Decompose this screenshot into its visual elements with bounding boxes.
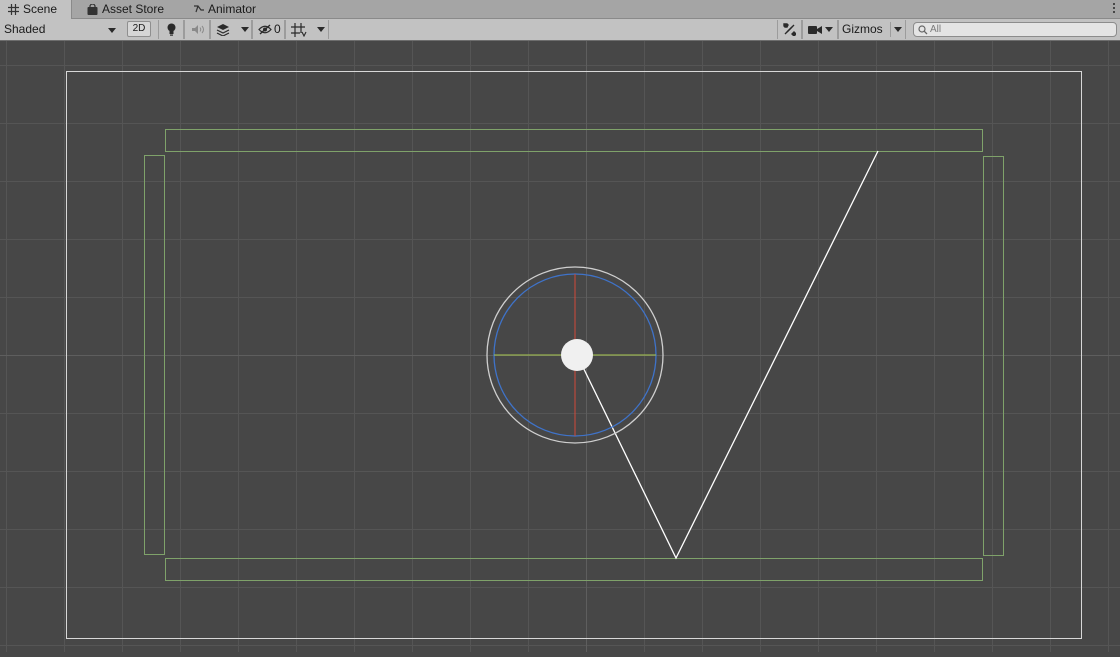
camera-icon	[808, 26, 822, 34]
chevron-down-icon	[108, 28, 116, 33]
animator-icon	[194, 5, 204, 13]
gizmos-divider	[890, 22, 891, 37]
chevron-down-icon	[825, 27, 833, 32]
hierarchy-search-box[interactable]	[913, 22, 1117, 37]
search-input[interactable]	[930, 23, 1110, 36]
chevron-down-icon	[317, 27, 325, 32]
tab-scene-label: Scene	[23, 2, 58, 16]
scene-grid-axes	[0, 41, 1120, 652]
lightbulb-icon	[167, 23, 176, 36]
scene-canvas[interactable]	[0, 41, 1120, 652]
speaker-icon	[192, 25, 204, 34]
wall-bottom-collider[interactable]	[165, 558, 983, 581]
tab-animator[interactable]: Animator	[190, 0, 280, 19]
search-icon	[918, 25, 928, 35]
grid-snap-dropdown[interactable]	[285, 20, 329, 39]
scene-viewport[interactable]	[0, 41, 1120, 652]
shading-mode-dropdown[interactable]: Shaded	[0, 20, 122, 39]
effects-dropdown[interactable]	[210, 20, 252, 39]
tab-menu-kebab-icon[interactable]	[1112, 2, 1116, 16]
camera-settings-dropdown[interactable]	[802, 20, 838, 39]
scene-toolbar: Shaded 2D 0 Gizmos All	[0, 19, 1120, 41]
chevron-down-icon	[241, 27, 249, 32]
tools-button[interactable]	[777, 20, 802, 39]
grid-icon	[8, 4, 19, 15]
tab-asset-store[interactable]: Asset Store	[82, 0, 182, 19]
tab-animator-label: Animator	[208, 2, 257, 16]
hidden-objects-toggle[interactable]: 0	[252, 20, 285, 39]
lighting-toggle-button[interactable]	[158, 20, 184, 39]
toggle-2d-button[interactable]: 2D	[127, 21, 151, 37]
shading-mode-label: Shaded	[4, 22, 46, 36]
eye-slash-icon	[258, 24, 272, 35]
shopping-bag-icon	[87, 4, 98, 15]
chevron-down-icon	[894, 27, 902, 32]
ball-sprite[interactable]	[561, 339, 593, 371]
wall-top-collider[interactable]	[165, 129, 983, 152]
tab-scene[interactable]: Scene	[0, 0, 72, 19]
audio-toggle-button[interactable]	[184, 20, 210, 39]
gizmos-label: Gizmos	[842, 22, 883, 36]
grid-snap-icon	[291, 23, 307, 37]
scene-grid	[0, 41, 1120, 652]
tab-asset-store-label: Asset Store	[102, 2, 165, 16]
tools-icon	[783, 23, 796, 36]
editor-tab-bar: Scene Asset Store Animator	[0, 0, 1120, 19]
gizmos-dropdown[interactable]: Gizmos	[838, 20, 906, 39]
hidden-count: 0	[274, 22, 281, 36]
layers-icon	[216, 24, 230, 36]
